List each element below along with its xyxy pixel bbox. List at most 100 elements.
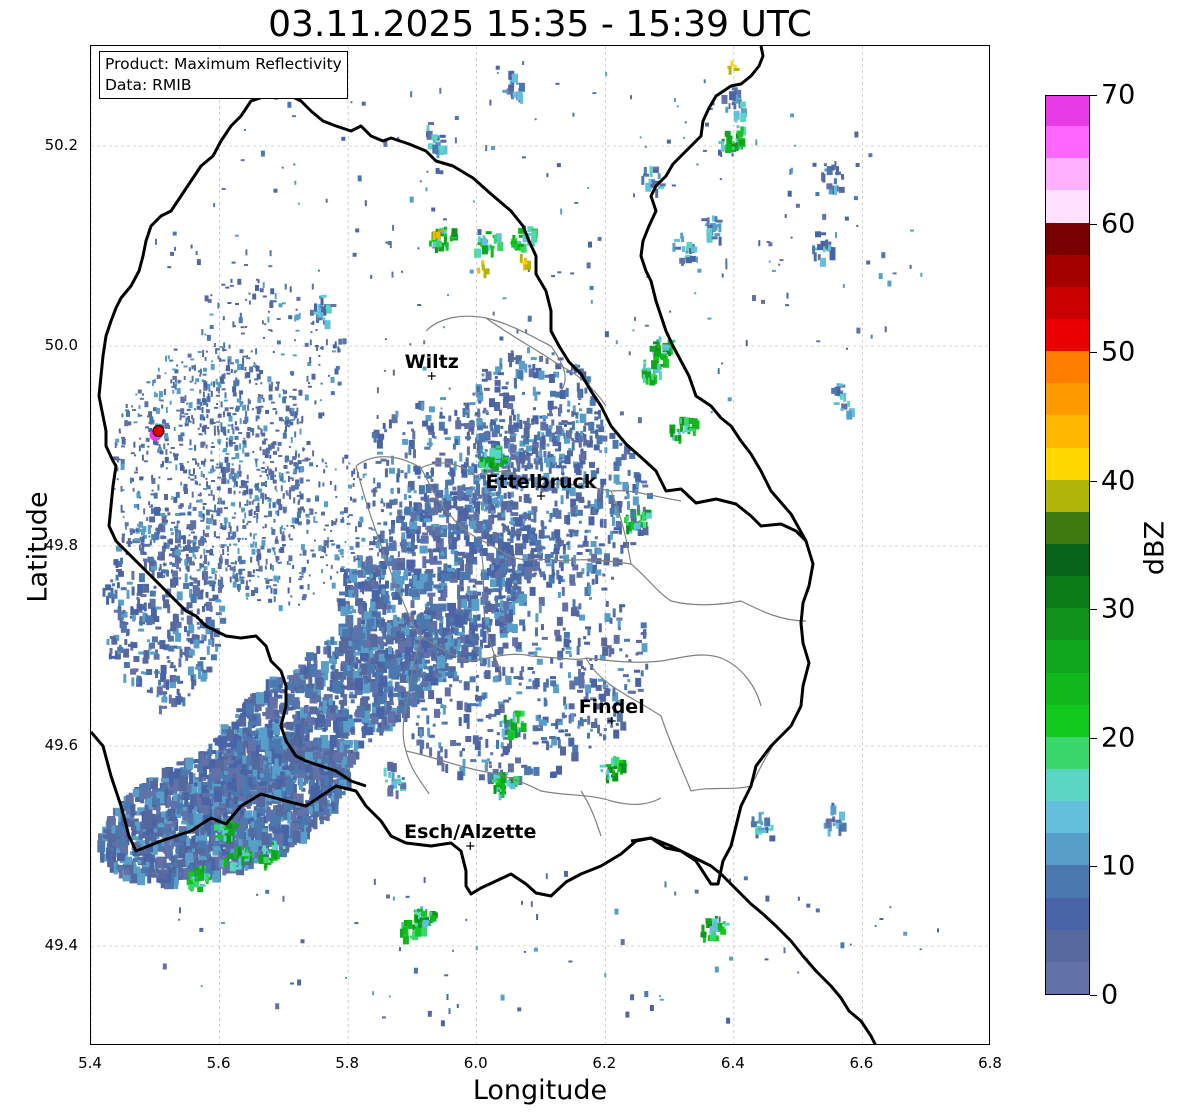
- y-tick-label: 50.2: [44, 136, 78, 154]
- radar-site-dot: [152, 425, 165, 437]
- echo-cluster: [831, 383, 855, 420]
- echo-cluster: [519, 253, 531, 271]
- colorbar-segment: [1046, 897, 1089, 930]
- colorbar-segment: [1046, 222, 1089, 255]
- echo-cluster: [823, 802, 847, 837]
- colorbar-segment: [1046, 736, 1089, 769]
- city-marker-cross: [537, 492, 545, 500]
- city-marker-cross: [466, 842, 475, 850]
- colorbar-segment: [1046, 704, 1089, 737]
- colorbar-segment: [1046, 575, 1089, 609]
- x-tick-label: 6.8: [978, 1054, 1002, 1072]
- echo-cluster: [474, 231, 504, 258]
- data-source-label: Data: RMIB: [105, 76, 192, 94]
- colorbar-segment: [1046, 318, 1089, 352]
- colorbar-tick-mark: [1090, 866, 1097, 868]
- colorbar-tick-mark: [1090, 995, 1097, 996]
- colorbar-tick-label: 40: [1101, 465, 1136, 497]
- echo-cluster: [383, 761, 407, 800]
- colorbar-segment: [1046, 157, 1089, 191]
- echo-cluster: [721, 87, 747, 123]
- colorbar-segment: [1046, 286, 1089, 319]
- colorbar-tick-label: 20: [1101, 722, 1136, 754]
- echo-cluster: [727, 60, 740, 75]
- echo-cluster: [102, 506, 227, 715]
- colorbar-tick-mark: [1090, 480, 1097, 482]
- colorbar-segment: [1046, 189, 1089, 223]
- y-tick-label: 49.6: [44, 736, 78, 754]
- colorbar-segment: [1046, 864, 1089, 898]
- colorbar: [1045, 95, 1090, 995]
- x-tick-label: 5.8: [335, 1054, 360, 1072]
- x-axis-label: Longitude: [472, 1075, 608, 1106]
- colorbar-tick-mark: [1090, 95, 1097, 96]
- echo-cluster: [502, 70, 525, 104]
- echo-cluster: [750, 811, 776, 842]
- colorbar-segment: [1046, 800, 1089, 834]
- x-tick-label: 6.0: [463, 1054, 488, 1072]
- colorbar-segment: [1046, 672, 1089, 705]
- border-germany-east: [639, 46, 808, 542]
- colorbar-segment: [1046, 768, 1089, 802]
- x-tick-label: 6.6: [849, 1054, 874, 1072]
- colorbar-segment: [1046, 543, 1089, 577]
- echo-cluster: [335, 484, 539, 697]
- colorbar-segment: [1046, 511, 1089, 544]
- echo-cluster: [700, 915, 730, 943]
- colorbar-segment: [1046, 125, 1089, 159]
- x-tick-label: 5.6: [206, 1054, 231, 1072]
- colorbar-tick-mark: [1090, 352, 1097, 354]
- border-france-south: [630, 836, 877, 1044]
- echo-cluster: [672, 232, 698, 266]
- colorbar-segment: [1046, 414, 1089, 448]
- city-label: Esch/Alzette: [404, 821, 536, 843]
- echo-cluster: [314, 294, 337, 330]
- reflectivity-echoes: [97, 60, 939, 1027]
- colorbar-segment: [1046, 447, 1089, 480]
- colorbar-tick-label: 10: [1101, 850, 1136, 882]
- y-tick-label: 49.4: [44, 936, 78, 954]
- city-label: Findel: [579, 696, 645, 718]
- echo-cluster: [821, 163, 845, 196]
- colorbar-segment: [1046, 350, 1089, 384]
- colorbar-segment: [1046, 961, 1089, 994]
- colorbar-tick-mark: [1090, 737, 1097, 739]
- product-label: Product: Maximum Reflectivity: [105, 55, 342, 73]
- colorbar-tick-label: 30: [1101, 593, 1136, 625]
- colorbar-tick-label: 50: [1101, 336, 1136, 368]
- y-tick-label: 50.0: [44, 336, 78, 354]
- radar-map[interactable]: Wiltz Ettelbruck Findel Esch/Alzette: [90, 45, 990, 1045]
- colorbar-segment: [1046, 929, 1089, 962]
- country-borders: [91, 46, 877, 1044]
- colorbar-segment: [1046, 832, 1089, 866]
- echo-cluster: [701, 215, 723, 246]
- x-tick-label: 6.2: [592, 1054, 617, 1072]
- canton-boundary-remich: [690, 735, 782, 792]
- colorbar-segment: [1046, 254, 1089, 287]
- colorbar-segment: [1046, 382, 1089, 416]
- radar-map-canvas: Wiltz Ettelbruck Findel Esch/Alzette: [91, 46, 989, 1044]
- map-title: 03.11.2025 15:35 - 15:39 UTC: [268, 4, 812, 45]
- colorbar-segment: [1046, 639, 1089, 673]
- colorbar-label: dBZ: [1139, 520, 1171, 576]
- x-tick-label: 6.4: [720, 1054, 745, 1072]
- colorbar-tick-mark: [1090, 609, 1097, 611]
- colorbar-tick-label: 0: [1101, 979, 1119, 1011]
- colorbar-segment: [1046, 607, 1089, 641]
- echo-cluster: [194, 611, 454, 808]
- echo-cluster: [811, 231, 836, 267]
- echo-cluster: [718, 125, 747, 153]
- y-axis-label: Latitude: [22, 491, 54, 603]
- city-label: Wiltz: [405, 351, 459, 373]
- city-marker-cross: [427, 372, 436, 380]
- radar-site-marker: [149, 425, 165, 441]
- canton-boundary-esch: [405, 750, 662, 805]
- colorbar-tick-label: 70: [1101, 79, 1136, 111]
- product-info-box: Product: Maximum Reflectivity Data: RMIB: [99, 51, 348, 99]
- colorbar-segment: [1046, 479, 1089, 512]
- echo-cluster: [599, 755, 628, 784]
- colorbar-segment: [1046, 96, 1089, 127]
- city-label: Ettelbruck: [486, 471, 597, 493]
- colorbar-tick-label: 60: [1101, 208, 1136, 240]
- echo-cluster: [669, 416, 700, 444]
